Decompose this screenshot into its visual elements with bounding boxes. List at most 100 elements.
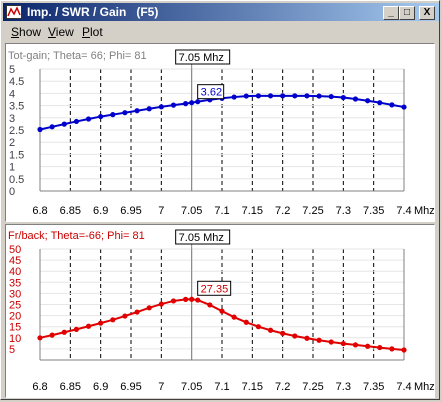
data-point: [61, 121, 67, 127]
data-point: [255, 93, 261, 99]
data-point: [134, 309, 140, 315]
value-label: 3.62: [201, 87, 222, 99]
menu-show[interactable]: Show: [11, 25, 41, 39]
y-tick-label: 25: [9, 300, 21, 312]
data-point: [231, 314, 237, 320]
y-tick-label: 40: [9, 266, 21, 278]
x-tick-label: 6.85: [60, 381, 81, 393]
data-point: [401, 104, 407, 110]
x-tick-label: 6.95: [120, 205, 141, 217]
data-point: [304, 93, 310, 99]
cursor-label: 7.05 Mhz: [179, 52, 224, 64]
data-point: [280, 330, 286, 336]
x-tick-label: 7.15: [242, 381, 263, 393]
data-point: [231, 94, 237, 100]
data-point: [189, 296, 195, 302]
data-point: [377, 344, 383, 351]
gain-chart: 6.8 6.85 6.9 6.95 7 7.05 7.1 7.15 7.2 7.25 7.3 7.35…: [8, 49, 435, 217]
y-tick-label: 2.5: [9, 125, 24, 137]
data-point: [61, 329, 67, 335]
y-tick-label: 2: [9, 137, 15, 149]
window-title: Imp. / SWR / Gain (F5): [27, 5, 159, 19]
chart-title: Fr/back; Theta=-66; Phi= 81: [8, 230, 145, 242]
x-tick-label: 7.1: [214, 381, 229, 393]
x-unit-label: Mhz: [414, 381, 434, 393]
data-point: [304, 335, 310, 341]
frontback-chart-panel[interactable]: 6.8 6.85 6.9 6.95 7 7.05 7.1 7.15 7.2 7.25 7.3 7.35…: [5, 224, 435, 398]
x-tick-label: 7.3: [336, 205, 351, 217]
x-tick-label: 7.4: [396, 381, 411, 393]
menu-bar: Show View Plot: [3, 22, 439, 41]
data-point: [110, 317, 116, 323]
x-tick-label: 7.35: [363, 205, 384, 217]
x-tick-label: 6.95: [120, 381, 141, 393]
data-point: [195, 297, 201, 303]
data-point: [49, 332, 55, 338]
maximize-button[interactable]: □: [399, 6, 415, 20]
antenna-icon: [7, 6, 21, 17]
data-point: [316, 93, 322, 99]
data-point: [37, 126, 43, 133]
x-tick-label: 7.05: [181, 205, 202, 217]
x-tick-label: 7.4: [396, 205, 411, 217]
y-tick-label: 4: [9, 88, 15, 100]
data-point: [292, 93, 298, 99]
menu-plot[interactable]: Plot: [82, 25, 103, 39]
data-point: [340, 340, 346, 347]
data-point: [122, 110, 128, 116]
data-point: [146, 305, 152, 311]
data-point: [85, 116, 92, 122]
close-button[interactable]: X: [419, 6, 435, 20]
y-tick-label: 15: [9, 322, 21, 334]
data-point: [98, 113, 104, 120]
x-tick-label: 7.2: [275, 381, 290, 393]
data-point: [134, 108, 140, 114]
x-unit-label: Mhz: [414, 205, 434, 217]
y-tick-label: 0.5: [9, 174, 24, 186]
data-point: [328, 93, 334, 100]
x-tick-label: 7.2: [275, 205, 290, 217]
data-point: [195, 99, 201, 105]
data-point: [170, 102, 177, 108]
data-point: [73, 118, 79, 125]
data-point: [365, 98, 371, 104]
data-point: [243, 319, 249, 325]
title-bar[interactable]: Imp. / SWR / Gain (F5) _ □ X: [3, 3, 439, 21]
data-point: [49, 124, 55, 130]
app-icon: [6, 5, 22, 19]
data-point: [328, 339, 334, 345]
data-point: [377, 100, 383, 106]
y-tick-label: 0: [9, 186, 15, 198]
data-point: [98, 320, 104, 326]
y-tick-label: 3.5: [9, 101, 24, 113]
data-point: [352, 96, 359, 102]
data-point: [110, 112, 116, 118]
y-tick-label: 45: [9, 255, 21, 267]
data-point: [37, 335, 43, 341]
data-point: [85, 323, 92, 329]
data-point: [243, 93, 249, 99]
x-tick-label: 7.15: [242, 205, 263, 217]
x-tick-label: 7: [158, 205, 164, 217]
data-point: [73, 326, 79, 332]
menu-view[interactable]: View: [48, 25, 74, 39]
x-tick-label: 6.9: [93, 381, 108, 393]
data-point: [401, 347, 407, 353]
x-tick-label: 7.25: [302, 205, 323, 217]
data-point: [183, 101, 189, 107]
app-window: Imp. / SWR / Gain (F5) _ □ X Show View P…: [0, 0, 440, 400]
y-tick-label: 50: [9, 244, 21, 256]
y-tick-label: 35: [9, 277, 21, 289]
data-point: [146, 106, 152, 112]
data-point: [158, 301, 164, 307]
gain-chart-panel[interactable]: 6.8 6.85 6.9 6.95 7 7.05 7.1 7.15 7.2 7.25 7.3 7.35…: [5, 43, 435, 222]
y-tick-label: 1.5: [9, 149, 24, 161]
data-point: [183, 296, 189, 302]
x-tick-label: 7.25: [302, 381, 323, 393]
data-point: [340, 94, 346, 101]
minimize-button[interactable]: _: [383, 6, 399, 20]
x-tick-label: 7: [158, 381, 164, 393]
x-tick-label: 6.8: [32, 381, 47, 393]
x-tick-label: 6.85: [60, 205, 81, 217]
data-point: [292, 333, 298, 339]
